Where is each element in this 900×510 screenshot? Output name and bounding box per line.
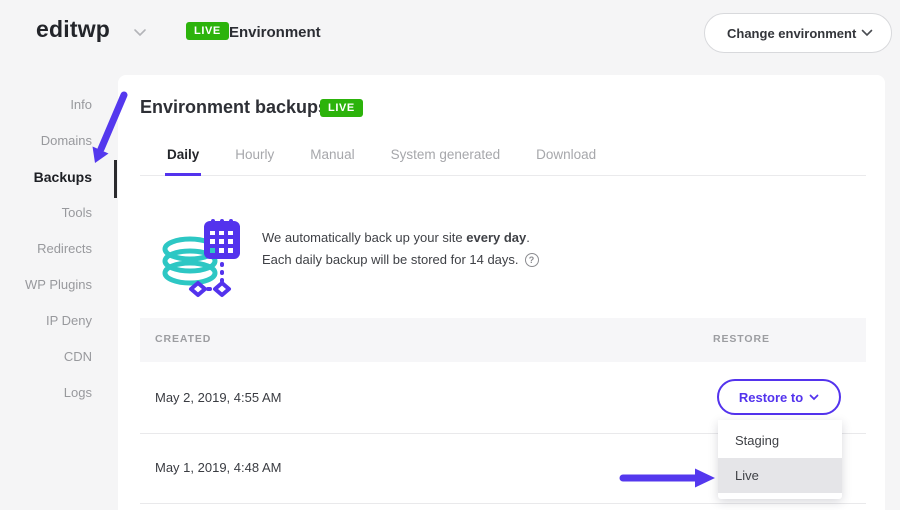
column-header-created: CREATED [155,333,211,345]
change-environment-label: Change environment [727,26,856,41]
help-icon[interactable]: ? [525,253,539,267]
app-window: editwp LIVE Environment Change environme… [0,0,900,510]
tab-download[interactable]: Download [534,139,598,176]
dropdown-option-staging[interactable]: Staging [718,423,842,458]
sidebar-item-cdn[interactable]: CDN [0,339,118,375]
tab-hourly[interactable]: Hourly [233,139,276,176]
annotation-arrow-backups [80,85,140,175]
sidebar-item-ip-deny[interactable]: IP Deny [0,303,118,339]
page-title: Environment backups [140,97,328,118]
backup-tabs: Daily Hourly Manual System generated Dow… [140,139,866,176]
row-divider [140,503,866,504]
chevron-down-icon [809,394,819,401]
change-environment-button[interactable]: Change environment [704,13,892,53]
backup-info-line1: We automatically back up your site every… [262,230,530,245]
table-header: CREATED RESTORE [140,318,866,362]
tab-system-generated[interactable]: System generated [389,139,503,176]
environment-label: Environment [229,24,321,41]
live-badge: LIVE [186,22,229,40]
column-header-restore: RESTORE [713,333,770,345]
dropdown-option-live[interactable]: Live [718,458,842,493]
annotation-arrow-live [615,465,720,491]
restore-dropdown-menu: Staging Live [718,420,842,499]
sidebar-item-redirects[interactable]: Redirects [0,231,118,267]
backup-row-created-date: May 2, 2019, 4:55 AM [155,390,281,405]
backup-row-created-date: May 1, 2019, 4:48 AM [155,460,281,475]
sidebar-item-wp-plugins[interactable]: WP Plugins [0,267,118,303]
restore-to-label: Restore to [739,390,803,405]
restore-to-button[interactable]: Restore to [717,379,841,415]
backup-info-line2: Each daily backup will be stored for 14 … [262,252,539,267]
sidebar-item-logs[interactable]: Logs [0,375,118,411]
sidebar-item-tools[interactable]: Tools [0,195,118,231]
chevron-down-icon[interactable] [133,28,147,37]
tab-daily[interactable]: Daily [165,139,201,176]
chevron-down-icon [861,29,873,37]
backup-database-calendar-icon [158,211,250,303]
site-name[interactable]: editwp [36,16,110,43]
tab-manual[interactable]: Manual [308,139,356,176]
live-badge: LIVE [320,99,363,117]
